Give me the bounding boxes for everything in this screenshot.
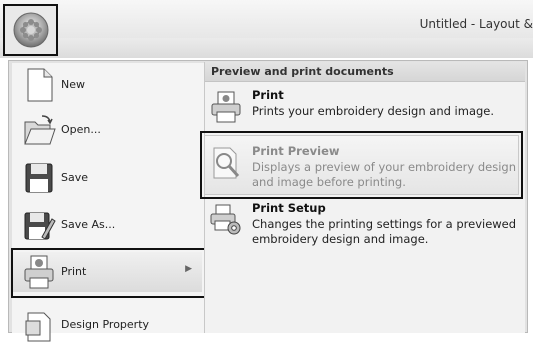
menu-item-save-label: Save bbox=[61, 171, 89, 184]
print-preview-highlight-box bbox=[200, 131, 523, 199]
app-orb-icon[interactable] bbox=[12, 11, 50, 49]
menu-item-save-as-label: Save As... bbox=[61, 218, 116, 231]
menu-item-open-label: Open... bbox=[61, 123, 101, 136]
menu-item-design-property-label: Design Property bbox=[61, 318, 150, 331]
window-title: Untitled - Layout & bbox=[419, 17, 533, 31]
submenu-item-print-desc: Prints your embroidery design and image. bbox=[252, 104, 495, 118]
submenu-item-print-setup-desc: Changes the printing settings for a prev… bbox=[252, 217, 517, 246]
submenu-item-print-title: Print bbox=[252, 88, 284, 102]
ribbon-strip bbox=[0, 38, 533, 58]
menu-item-open[interactable]: Open... bbox=[12, 110, 202, 150]
menu-item-design-property[interactable]: Design Property bbox=[12, 305, 202, 345]
submenu-item-print-setup[interactable]: Print Setup Changes the printing setting… bbox=[205, 199, 523, 249]
submenu-item-print-setup-title: Print Setup bbox=[252, 201, 326, 215]
printer-icon bbox=[211, 91, 241, 123]
right-panel-header: Preview and print documents bbox=[205, 62, 525, 82]
app-button-highlight[interactable] bbox=[3, 4, 58, 56]
new-document-icon bbox=[27, 68, 53, 102]
print-highlight-box bbox=[11, 248, 208, 298]
open-folder-icon bbox=[24, 115, 56, 145]
save-as-icon bbox=[24, 212, 56, 240]
menu-item-new[interactable]: New bbox=[12, 65, 202, 105]
menu-item-save[interactable]: Save bbox=[12, 158, 202, 198]
design-property-icon bbox=[25, 312, 51, 342]
menu-item-save-as[interactable]: Save As... bbox=[12, 205, 202, 245]
print-setup-icon bbox=[210, 204, 241, 235]
submenu-item-print[interactable]: Print Prints your embroidery design and … bbox=[205, 86, 523, 130]
menu-item-new-label: New bbox=[61, 78, 85, 91]
save-disk-icon bbox=[25, 163, 53, 193]
